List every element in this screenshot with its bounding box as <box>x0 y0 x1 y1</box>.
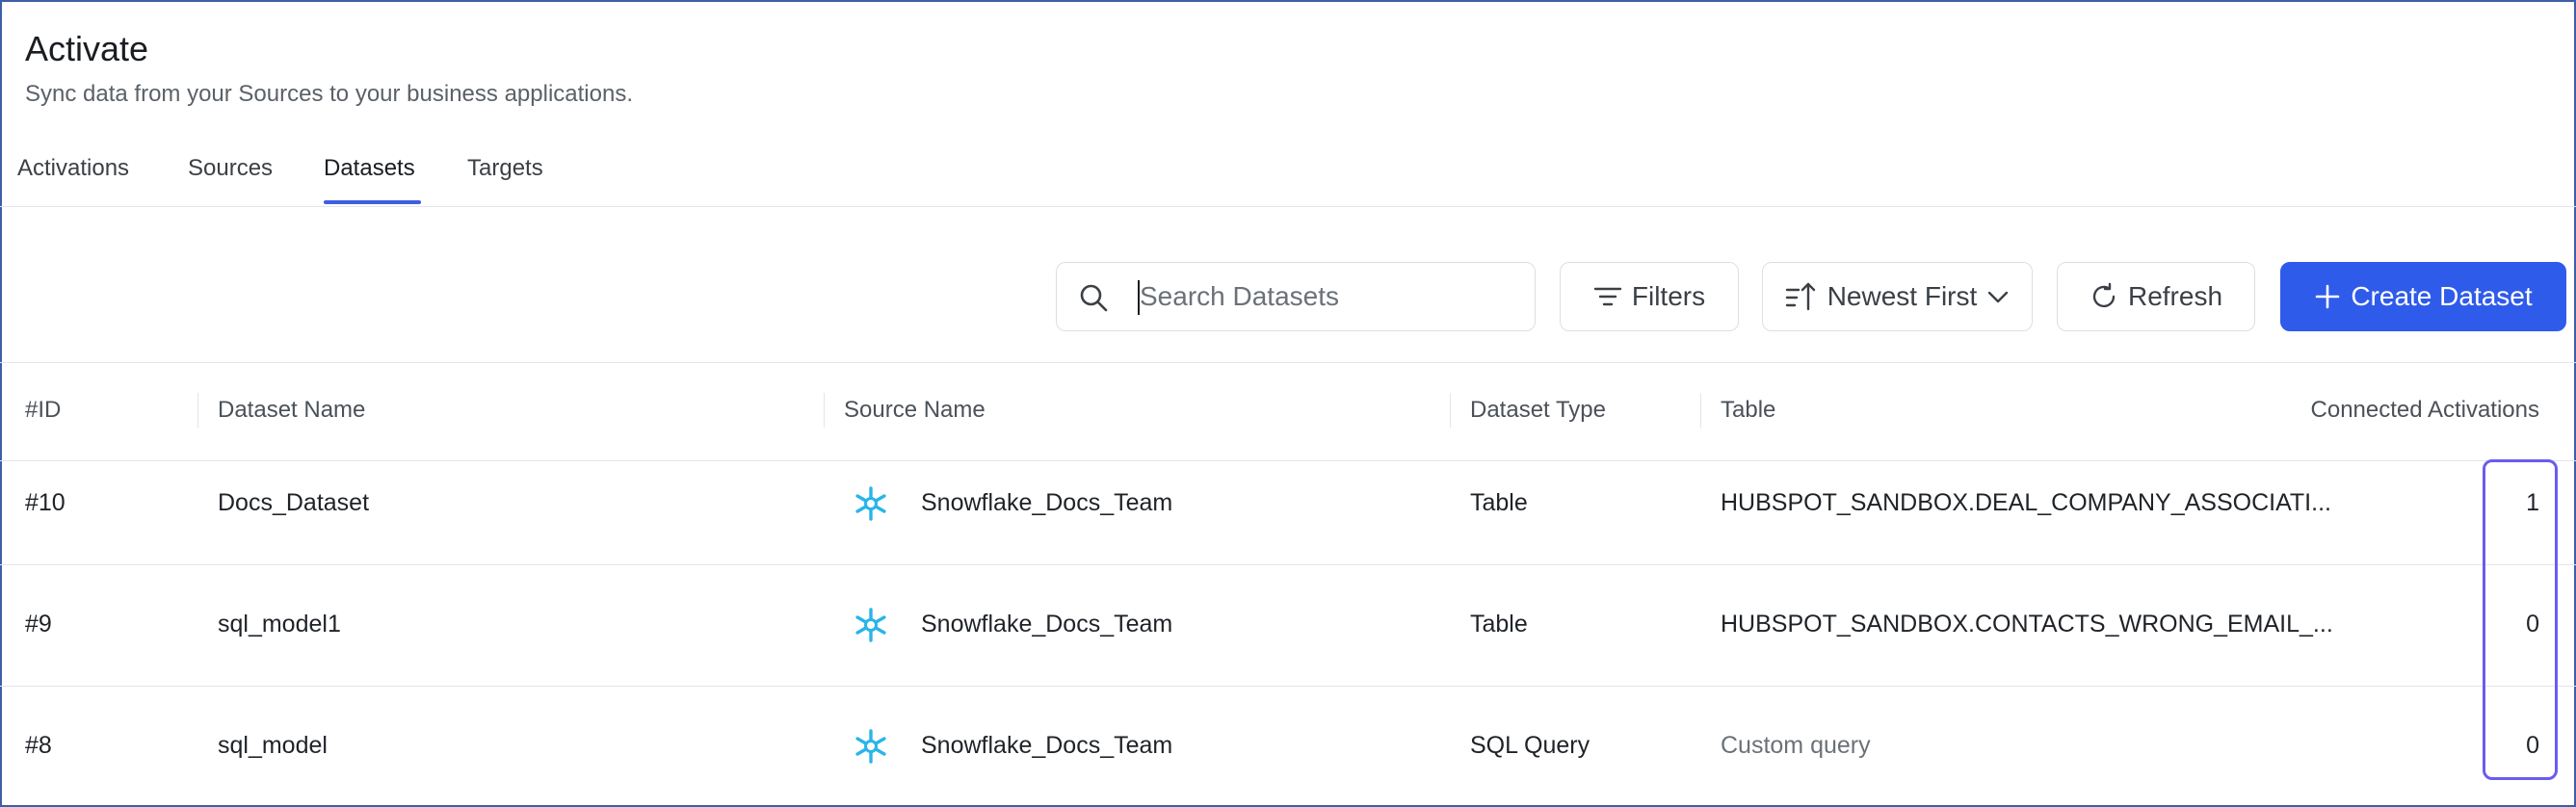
column-header-table[interactable]: Table <box>1721 397 1775 424</box>
tab-bar: Activations Sources Datasets Targets <box>0 149 2576 207</box>
chevron-down-icon <box>1988 291 2009 303</box>
column-header-connected-activations[interactable]: Connected Activations <box>2311 397 2539 424</box>
sort-icon <box>1785 282 1815 311</box>
cell-source-name: Snowflake_Docs_Team <box>921 611 1173 638</box>
cell-dataset-name[interactable]: sql_model1 <box>218 611 341 638</box>
column-separator <box>1450 393 1451 428</box>
tab-activations[interactable]: Activations <box>17 155 129 182</box>
filters-label: Filters <box>1631 281 1706 311</box>
cell-id: #9 <box>25 611 52 638</box>
tab-sources[interactable]: Sources <box>188 155 273 182</box>
sort-label: Newest First <box>1827 281 1978 311</box>
cell-source-name: Snowflake_Docs_Team <box>921 489 1173 516</box>
cell-id: #10 <box>25 489 66 516</box>
cell-dataset-name[interactable]: Docs_Dataset <box>218 489 369 517</box>
cell-id: #8 <box>25 732 52 759</box>
refresh-icon <box>2092 282 2116 308</box>
cell-table: HUBSPOT_SANDBOX.CONTACTS_WRONG_EMAIL_... <box>1721 611 2333 638</box>
snowflake-icon <box>855 729 886 764</box>
column-header-dataset-name[interactable]: Dataset Name <box>218 397 365 424</box>
page-subtitle: Sync data from your Sources to your busi… <box>25 81 633 107</box>
create-dataset-label: Create Dataset <box>2351 281 2533 311</box>
cell-table: HUBSPOT_SANDBOX.DEAL_COMPANY_ASSOCIATI..… <box>1721 489 2331 516</box>
search-input[interactable] <box>1140 274 1515 319</box>
header-divider <box>0 460 2576 461</box>
table-top-border <box>0 362 2576 363</box>
snowflake-icon <box>855 608 886 642</box>
cell-dataset-type: SQL Query <box>1470 732 1590 759</box>
cell-dataset-name[interactable]: sql_model <box>218 732 328 760</box>
sort-dropdown[interactable]: Newest First <box>1762 262 2033 331</box>
column-separator <box>824 393 825 428</box>
active-tab-indicator <box>324 200 421 204</box>
row-divider <box>0 564 2576 565</box>
snowflake-icon <box>855 486 886 521</box>
tab-targets[interactable]: Targets <box>467 155 543 182</box>
tabs-divider <box>0 206 2576 207</box>
column-separator <box>197 393 198 428</box>
page-title: Activate <box>25 29 149 68</box>
column-header-dataset-type[interactable]: Dataset Type <box>1470 397 1606 424</box>
filter-icon <box>1593 287 1622 306</box>
plus-icon <box>2316 284 2340 309</box>
activations-highlight-box <box>2483 459 2558 780</box>
column-separator <box>1700 393 1701 428</box>
refresh-label: Refresh <box>2127 281 2223 311</box>
filters-button[interactable]: Filters <box>1560 262 1739 331</box>
column-header-id[interactable]: #ID <box>25 397 61 424</box>
row-divider <box>0 686 2576 687</box>
tab-datasets[interactable]: Datasets <box>324 155 415 182</box>
create-dataset-button[interactable]: Create Dataset <box>2280 262 2566 331</box>
cell-dataset-type: Table <box>1470 611 1528 638</box>
cell-source-name: Snowflake_Docs_Team <box>921 732 1173 759</box>
search-icon <box>1080 284 1108 312</box>
search-box[interactable] <box>1056 262 1536 331</box>
cell-dataset-type: Table <box>1470 489 1528 516</box>
refresh-button[interactable]: Refresh <box>2057 262 2255 331</box>
column-header-source-name[interactable]: Source Name <box>844 397 986 424</box>
cell-table: Custom query <box>1721 732 1871 759</box>
